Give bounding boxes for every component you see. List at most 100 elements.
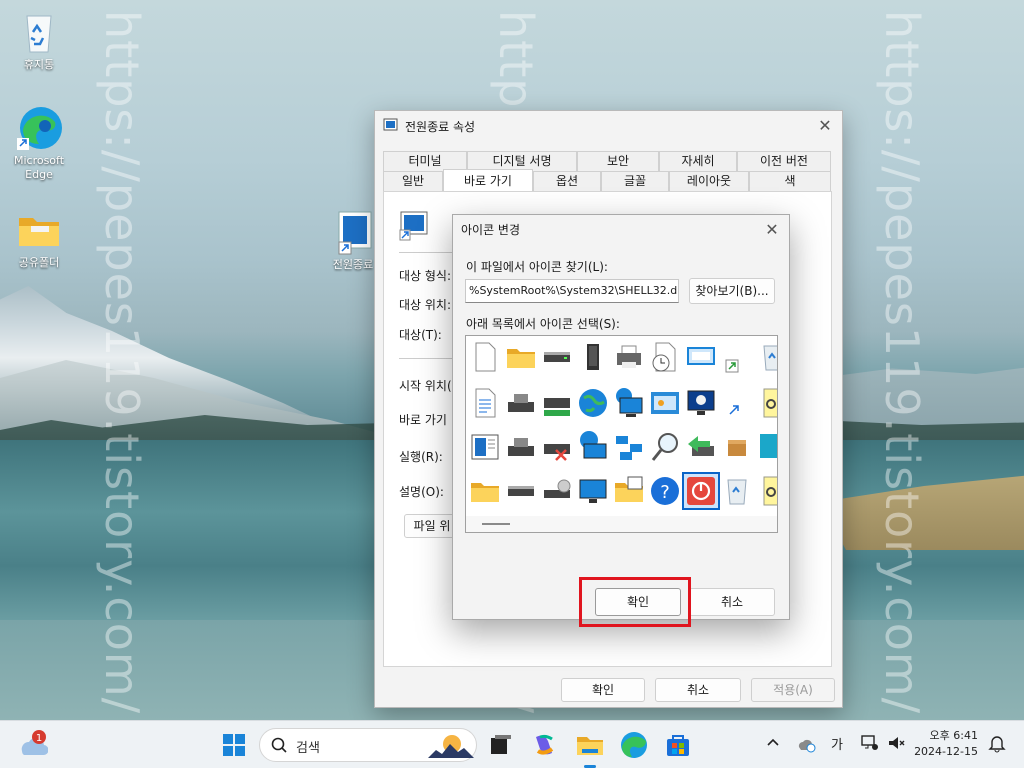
- field-label-run: 실행(R):: [399, 450, 443, 464]
- weather-icon[interactable]: 1: [16, 729, 49, 761]
- notification-bell-icon[interactable]: [988, 733, 1006, 757]
- tab-layout[interactable]: 레이아웃: [669, 171, 749, 191]
- close-icon[interactable]: ✕: [763, 221, 781, 239]
- help-icon[interactable]: ?: [648, 474, 682, 508]
- tab-digital-signature[interactable]: 디지털 서명: [467, 151, 577, 171]
- network-icon[interactable]: [860, 733, 880, 757]
- disconnected-drive-icon[interactable]: [540, 430, 574, 464]
- field-label-target: 대상(T):: [399, 328, 442, 342]
- screen-saver-icon[interactable]: [684, 386, 718, 420]
- blank-document-icon[interactable]: [468, 340, 502, 374]
- desktop-icon-recycle-bin[interactable]: 휴지통: [2, 8, 76, 72]
- clock-date: 2024-12-15: [914, 745, 978, 758]
- network-icon[interactable]: [612, 430, 646, 464]
- window-icon[interactable]: [684, 340, 718, 374]
- properties-title: 전원종료 속성: [405, 119, 476, 134]
- desktop-icon-label: 공유폴더: [18, 256, 60, 269]
- field-label-target-type: 대상 형식:: [399, 269, 452, 283]
- watermark-text: https://pepes119.tistory.com/: [95, 10, 149, 715]
- folder-icon[interactable]: [468, 474, 502, 508]
- text-document-icon[interactable]: [468, 386, 502, 420]
- search-icon: [270, 736, 288, 757]
- network-globe-icon[interactable]: [576, 430, 610, 464]
- program-folder-icon[interactable]: [612, 474, 646, 508]
- weather-badge: 1: [36, 733, 42, 744]
- copilot-icon[interactable]: [528, 729, 560, 761]
- tab-row-1: 터미널 디지털 서명 보안 자세히 이전 버전: [383, 151, 831, 171]
- cancel-button[interactable]: 취소: [689, 588, 775, 616]
- start-icon[interactable]: [218, 729, 250, 761]
- chip-icon[interactable]: [576, 340, 610, 374]
- ok-button[interactable]: 확인: [561, 678, 645, 702]
- key-document-icon[interactable]: [756, 386, 777, 420]
- drive-icon[interactable]: [540, 340, 574, 374]
- field-label-shortcut-key: 바로 가기: [399, 413, 447, 427]
- floppy-drive-icon[interactable]: [504, 386, 538, 420]
- tab-options[interactable]: 옵션: [533, 171, 601, 191]
- network-monitor-icon[interactable]: [612, 386, 646, 420]
- edge-icon[interactable]: [618, 729, 650, 761]
- printer-icon[interactable]: [612, 340, 646, 374]
- tab-details[interactable]: 자세히: [659, 151, 737, 171]
- recycle-bin-icon[interactable]: [756, 340, 777, 374]
- folder-icon[interactable]: [504, 340, 538, 374]
- recycle-bin-icon[interactable]: [720, 474, 754, 508]
- search-box[interactable]: 검색: [259, 728, 477, 762]
- search-placeholder: 검색: [296, 741, 320, 756]
- svg-text:?: ?: [660, 482, 670, 503]
- field-label-comment: 설명(O):: [399, 485, 444, 499]
- cancel-button[interactable]: 취소: [655, 678, 741, 702]
- onedrive-icon[interactable]: [796, 733, 816, 757]
- power-icon[interactable]: [682, 472, 720, 510]
- tab-general[interactable]: 일반: [383, 171, 443, 191]
- tab-row-2: 일반 바로 가기 옵션 글꼴 레이아웃 색: [383, 169, 831, 191]
- cd-drive-icon[interactable]: [540, 474, 574, 508]
- shortcut-icon: [329, 208, 377, 256]
- folder-icon: [15, 206, 63, 254]
- tab-shortcut[interactable]: 바로 가기: [443, 169, 533, 191]
- tab-previous-versions[interactable]: 이전 버전: [737, 151, 831, 171]
- clock-document-icon[interactable]: [648, 340, 682, 374]
- drive-icon[interactable]: [504, 474, 538, 508]
- shortcut-arrow-icon[interactable]: [720, 340, 754, 374]
- ime-indicator[interactable]: 가: [831, 734, 843, 753]
- desktop-icon-shared-folder[interactable]: 공유폴더: [2, 206, 76, 270]
- network-drive-icon[interactable]: [540, 386, 574, 420]
- close-icon[interactable]: ✕: [816, 117, 834, 135]
- file-explorer-icon[interactable]: [574, 729, 606, 768]
- find-icons-label: 이 파일에서 아이콘 찾기(L):: [466, 260, 608, 274]
- scrollbar-thumb[interactable]: [482, 523, 510, 525]
- recycle-bin-icon: [15, 8, 63, 56]
- store-icon[interactable]: [662, 729, 694, 761]
- shortcut-arrow-icon[interactable]: [720, 386, 754, 420]
- edge-icon: [15, 104, 63, 152]
- key-document-icon[interactable]: [756, 474, 777, 508]
- task-view-icon[interactable]: [484, 729, 516, 761]
- search-icon[interactable]: [648, 430, 682, 464]
- clock[interactable]: 오후 6:41 2024-12-15: [912, 728, 978, 760]
- desktop-icon-edge[interactable]: Microsoft Edge: [2, 104, 76, 182]
- tab-colors[interactable]: 색: [749, 171, 831, 191]
- monitor-icon[interactable]: [576, 474, 610, 508]
- horizontal-scrollbar[interactable]: [466, 516, 777, 532]
- icon-list[interactable]: ?: [465, 335, 778, 533]
- desktop-icon-label: Microsoft Edge: [13, 154, 65, 181]
- desktop-icon-label: 휴지통: [23, 58, 55, 71]
- teal-square-icon[interactable]: [756, 430, 777, 464]
- application-window-icon[interactable]: [468, 430, 502, 464]
- tab-font[interactable]: 글꼴: [601, 171, 669, 191]
- globe-icon[interactable]: [576, 386, 610, 420]
- apply-button[interactable]: 적용(A): [751, 678, 835, 702]
- taskbar: 1 검색 가 오후 6:41 2024-12-15: [0, 720, 1024, 768]
- icon-path-input[interactable]: %SystemRoot%\System32\SHELL32.dll: [465, 279, 679, 303]
- tab-terminal[interactable]: 터미널: [383, 151, 467, 171]
- control-panel-icon[interactable]: [648, 386, 682, 420]
- tab-security[interactable]: 보안: [577, 151, 659, 171]
- volume-muted-icon[interactable]: [886, 733, 906, 757]
- change-icon-dialog: 아이콘 변경 ✕ 이 파일에서 아이콘 찾기(L): %SystemRoot%\…: [452, 214, 790, 620]
- package-icon[interactable]: [720, 430, 754, 464]
- browse-button[interactable]: 찾아보기(B)...: [689, 278, 775, 304]
- upload-arrow-icon[interactable]: [684, 430, 718, 464]
- floppy-drive-icon[interactable]: [504, 430, 538, 464]
- chevron-up-icon[interactable]: [766, 735, 780, 753]
